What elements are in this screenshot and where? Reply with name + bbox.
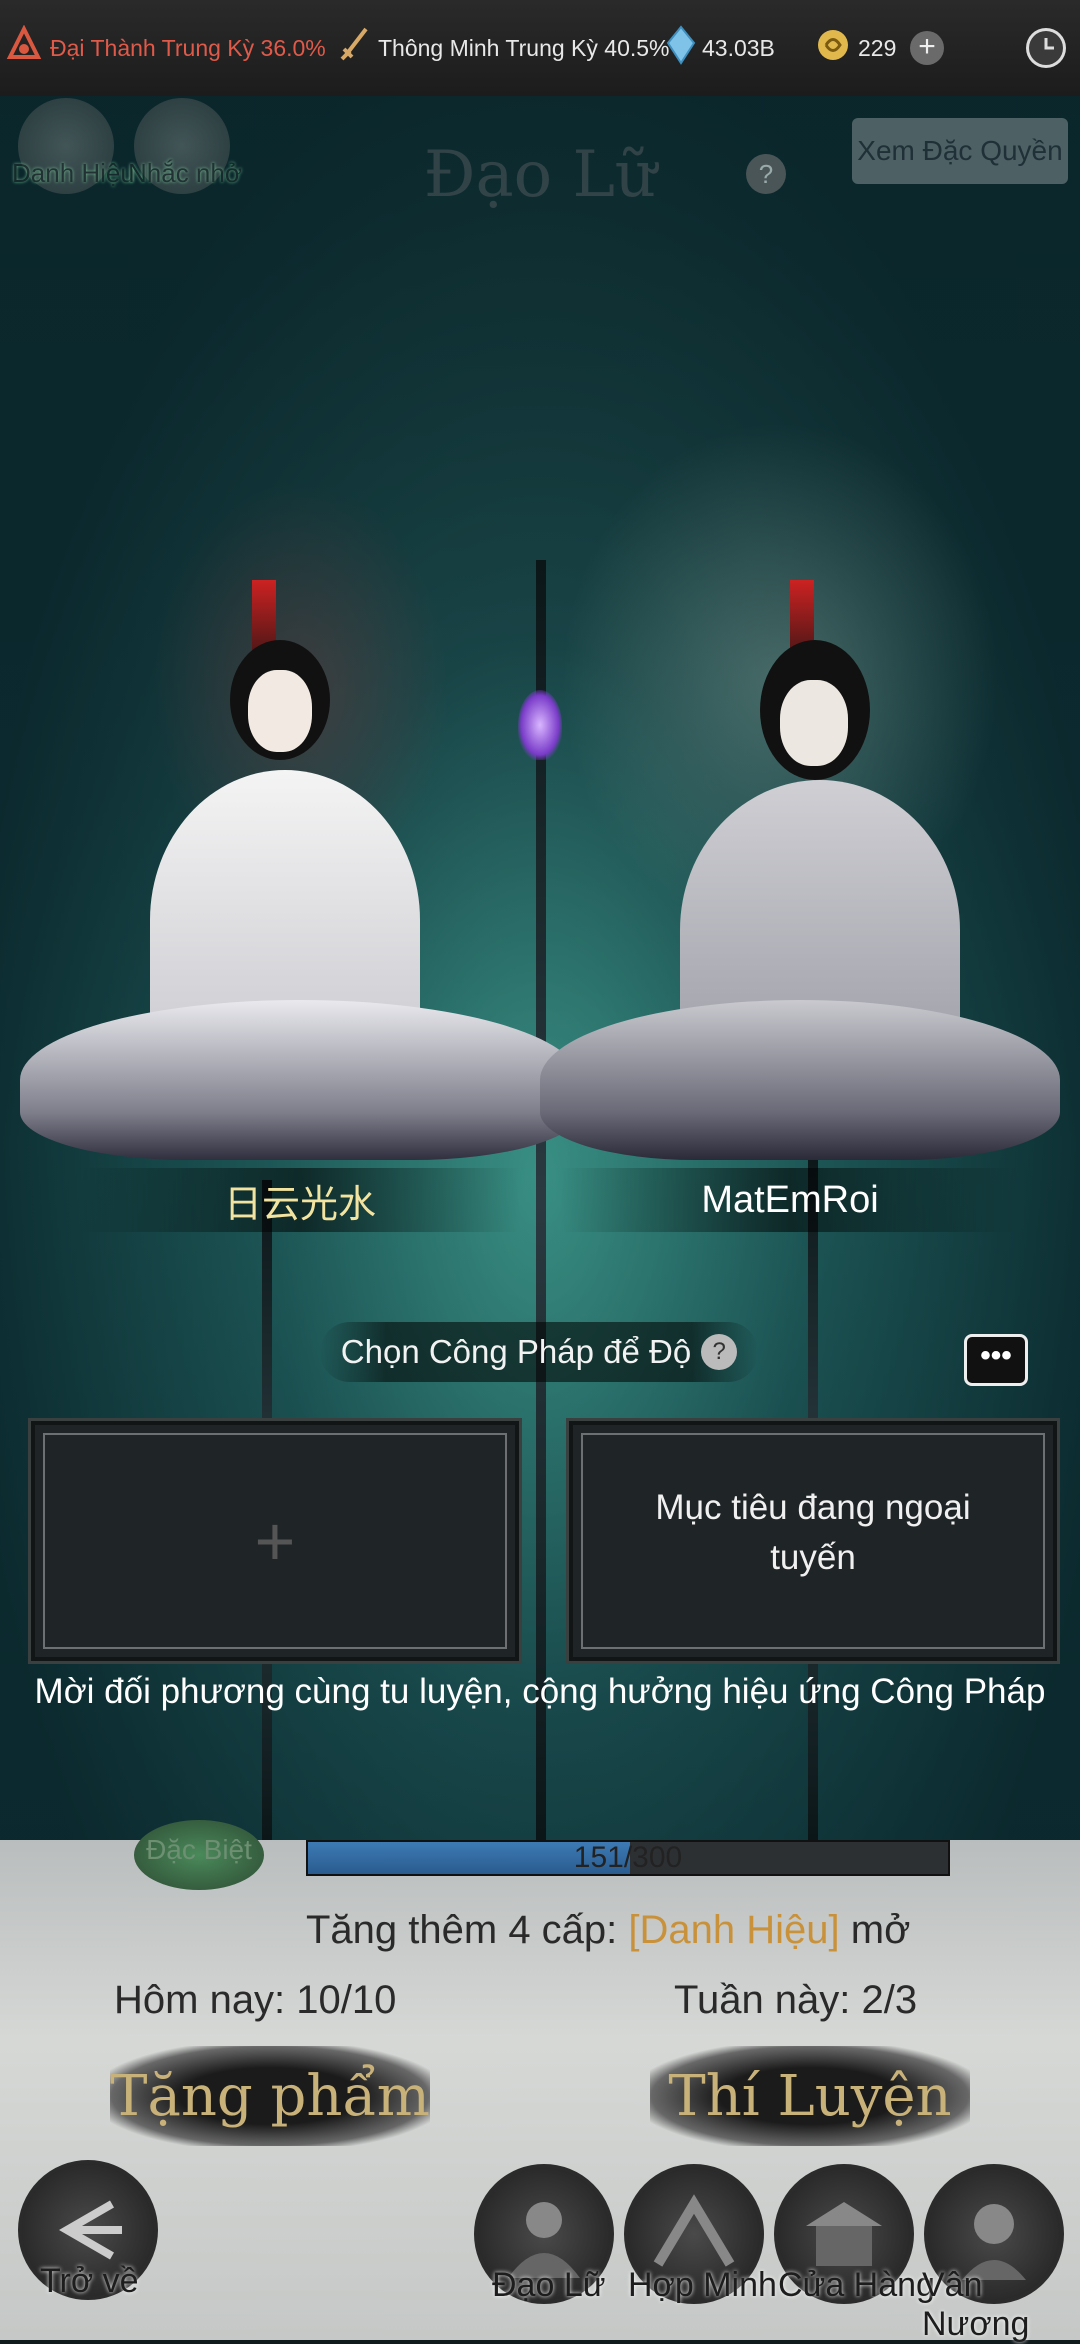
add-currency-button[interactable]: + (910, 31, 944, 65)
level-highlight: [Danh Hiệu] (628, 1908, 840, 1952)
currency-value: 229 (858, 34, 897, 61)
title-button-label: Danh Hiệu (12, 158, 135, 188)
bond-progress-bar: 151/300 (306, 1840, 950, 1876)
left-technique-slot[interactable]: + (28, 1418, 522, 1664)
nav-cua-hang-label: Cửa Hàng (778, 2266, 935, 2304)
level-suffix: mở (850, 1908, 911, 1952)
right-face (780, 680, 848, 766)
right-player-name: MatEmRoi (560, 1168, 1020, 1232)
coin-icon (814, 26, 858, 70)
bond-progress-text: 151/300 (573, 1841, 683, 1874)
level-unlock-info: Tăng thêm 4 cấp: [Danh Hiệu] mở (306, 1908, 910, 1953)
level-prefix: Tăng thêm 4 cấp: (306, 1908, 618, 1952)
choose-technique-prompt: Chọn Công Pháp để Độ ? (320, 1322, 758, 1382)
realm-status-1[interactable]: Đại Thành Trung Kỳ 36.0% (4, 24, 326, 71)
invite-hint: Mời đối phương cùng tu luyện, cộng hưởng… (34, 1672, 1046, 1711)
spirit-stone-value: 43.03B (702, 34, 775, 61)
crystal-icon (666, 25, 702, 71)
realm-status-2-text: Thông Minh Trung Kỳ 40.5% (378, 34, 670, 61)
realm-status-2[interactable]: Thông Minh Trung Kỳ 40.5% (336, 26, 670, 70)
left-face (248, 670, 312, 752)
left-character[interactable] (20, 580, 580, 1180)
flame-icon (4, 24, 50, 71)
target-offline-message: Mục tiêu đang ngoại tuyến (655, 1488, 971, 1577)
right-lap (540, 1000, 1060, 1160)
choose-technique-text: Chọn Công Pháp để Độ (340, 1333, 692, 1370)
currency-counter[interactable]: 229 (814, 26, 896, 70)
view-privilege-button[interactable]: Xem Đặc Quyền (852, 118, 1068, 184)
special-badge[interactable]: Đặc Biệt (134, 1820, 264, 1890)
nav-dao-lu-label: Đạo Lữ (492, 2266, 606, 2304)
right-technique-slot: Mục tiêu đang ngoại tuyến (566, 1418, 1060, 1664)
sword-icon (336, 25, 378, 71)
gift-button[interactable]: Tặng phẩm (110, 2046, 430, 2146)
spirit-stone-counter[interactable]: 43.03B (666, 25, 775, 71)
clock-icon[interactable] (1026, 28, 1066, 68)
right-character[interactable] (520, 580, 1080, 1180)
left-lap (20, 1000, 580, 1160)
realm-status-1-text: Đại Thành Trung Kỳ 36.0% (50, 34, 326, 61)
title-help-button[interactable]: ? (746, 154, 786, 194)
add-technique-icon: + (254, 1502, 296, 1580)
nav-van-nuong-label: Vân Nương (922, 2266, 1030, 2343)
week-counter: Tuần này: 2/3 (674, 1978, 918, 2022)
nav-hop-minh-label: Hợp Minh (628, 2266, 777, 2304)
chat-bubble-icon[interactable]: ••• (964, 1334, 1028, 1386)
reminder-button-label: Nhắc nhở (128, 158, 242, 188)
technique-help-button[interactable]: ? (701, 1334, 738, 1370)
spirit-flame-icon (518, 690, 562, 760)
page-title: Đạo Lữ (423, 138, 657, 212)
today-counter: Hôm nay: 10/10 (114, 1978, 397, 2022)
trial-button[interactable]: Thí Luyện (650, 2046, 970, 2146)
left-player-name: 日云光水 (80, 1168, 520, 1232)
back-label: Trở về (40, 2262, 139, 2300)
